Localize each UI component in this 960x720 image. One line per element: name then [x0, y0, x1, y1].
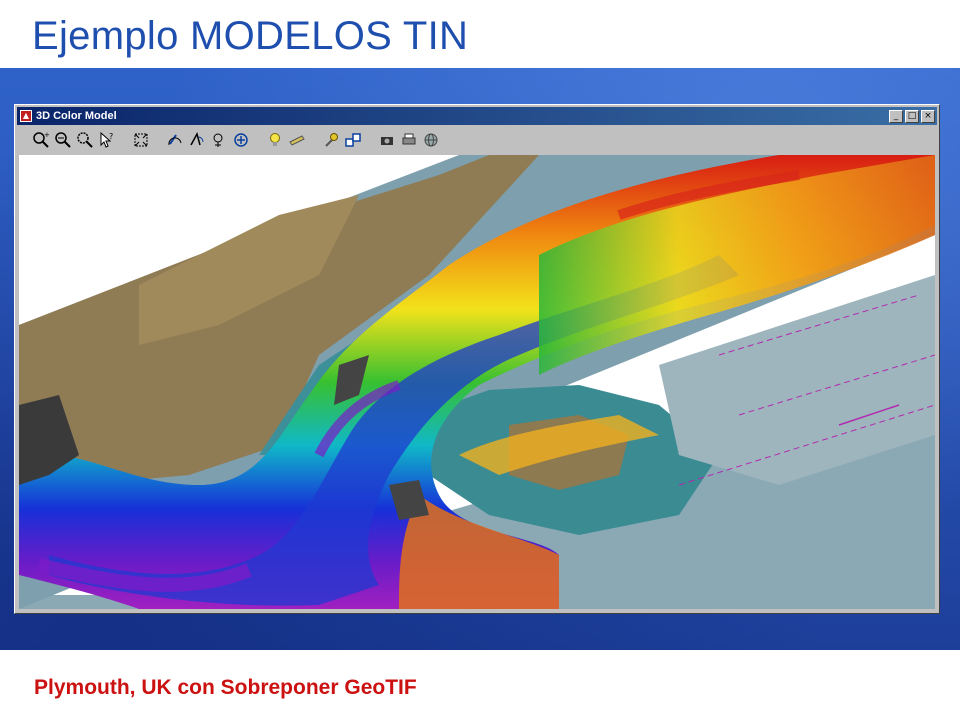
bulb-icon[interactable] [265, 130, 285, 150]
window-titlebar[interactable]: ▲ 3D Color Model _ □ × [17, 107, 937, 125]
layers-icon[interactable] [343, 130, 363, 150]
app-window-3d-color-model: ▲ 3D Color Model _ □ × + ? [14, 104, 940, 614]
window-controls: _ □ × [889, 109, 935, 123]
minimize-button[interactable]: _ [889, 109, 903, 123]
svg-text:+: + [44, 131, 50, 139]
settings-icon[interactable] [321, 130, 341, 150]
print-icon[interactable] [399, 130, 419, 150]
app-logo-icon: ▲ [20, 110, 32, 122]
toolbar: + ? [17, 127, 937, 153]
globe-icon[interactable] [421, 130, 441, 150]
slide-caption: Plymouth, UK con Sobreponer GeoTIF [34, 676, 417, 699]
pointer-help-icon[interactable]: ? [97, 130, 117, 150]
3d-map-viewport[interactable] [19, 155, 935, 609]
3d-terrain-model-render [19, 155, 935, 609]
rotate-icon[interactable] [165, 130, 185, 150]
tilt-icon[interactable] [187, 130, 207, 150]
zoom-region-icon[interactable] [75, 130, 95, 150]
zoom-extents-icon[interactable] [131, 130, 151, 150]
zoom-in-icon[interactable]: + [31, 130, 51, 150]
zoom-out-icon[interactable] [53, 130, 73, 150]
window-title: 3D Color Model [36, 110, 117, 122]
svg-text:?: ? [109, 132, 113, 141]
slide-title: Ejemplo MODELOS TIN [32, 14, 469, 58]
center-icon[interactable] [231, 130, 251, 150]
pan-icon[interactable] [209, 130, 229, 150]
close-button[interactable]: × [921, 109, 935, 123]
palette-icon[interactable] [287, 130, 307, 150]
camera-icon[interactable] [377, 130, 397, 150]
maximize-button[interactable]: □ [905, 109, 919, 123]
